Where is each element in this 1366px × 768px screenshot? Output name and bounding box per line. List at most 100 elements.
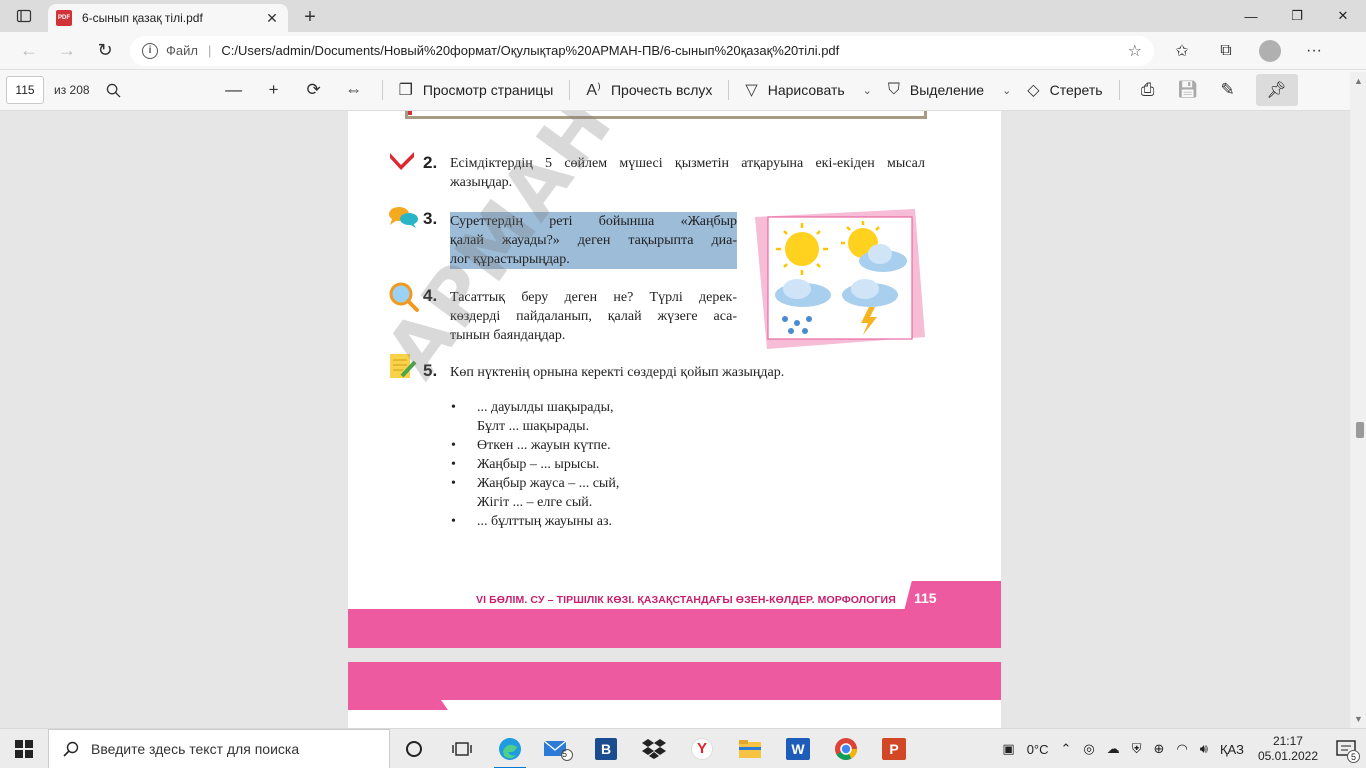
eraser-icon: ◇ — [1027, 82, 1040, 99]
address-bar: ← → ↻ i Файл | C:/Users/admin/Documents/… — [0, 32, 1366, 70]
zoom-in-icon[interactable]: + — [254, 75, 294, 105]
bullet-list: • ... дауылды шақырады, Бұлт ... шақырады… — [451, 398, 619, 531]
toolbar-divider — [569, 80, 571, 100]
list-item: • Өткен ... жауын күтпе. — [451, 436, 619, 455]
chevron-down-icon[interactable]: ⌄ — [863, 84, 872, 97]
wifi-icon[interactable]: ◠ — [1170, 741, 1193, 757]
save-icon[interactable]: 💾︎ — [1168, 75, 1208, 105]
page-number-input[interactable]: 115 — [6, 76, 44, 104]
bullet-marker: • — [451, 457, 456, 472]
tab-title: 6-сынып қазақ тілі.pdf — [82, 11, 203, 25]
task-number: 2. — [423, 153, 438, 172]
print-icon[interactable]: ⎙ — [1128, 75, 1168, 105]
task-view-icon[interactable] — [438, 729, 486, 768]
refresh-button[interactable]: ↻ — [86, 36, 124, 66]
pdf-page-next — [348, 662, 1001, 728]
tab-actions-button[interactable] — [0, 0, 48, 32]
weather-widget-icon[interactable]: ▣ — [996, 741, 1020, 757]
windows-logo-icon — [15, 739, 33, 758]
more-menu-icon[interactable]: ··· — [1292, 36, 1336, 66]
back-button[interactable]: ← — [10, 36, 48, 66]
taskbar-search[interactable]: Введите здесь текст для поиска — [48, 728, 390, 768]
bullet-marker: • — [451, 514, 456, 529]
weather-illustration — [755, 209, 925, 349]
pin-toolbar-icon[interactable]: 📌︎ — [1255, 74, 1298, 106]
notifications-button[interactable]: 5 — [1326, 729, 1366, 768]
dropbox-app-icon[interactable] — [630, 729, 678, 768]
close-window-button[interactable]: ✕ — [1320, 0, 1366, 32]
highlight-button[interactable]: ⛉ Выделение ⌄ — [880, 75, 1019, 105]
search-icon[interactable] — [94, 75, 134, 105]
scrollbar-thumb[interactable] — [1356, 422, 1364, 438]
url-separator: | — [207, 43, 212, 58]
new-tab-button[interactable]: + — [294, 3, 326, 31]
pdf-viewer[interactable]: 2. Есімдіктердің 5 сөйлем мүшесі қызметі… — [0, 111, 1366, 728]
highlight-label: Выделение — [909, 82, 985, 98]
chevron-up-icon[interactable]: ⌃ — [1055, 741, 1078, 757]
add-favorite-icon[interactable]: ☆ — [1128, 41, 1142, 61]
read-aloud-label: Прочесть вслух — [610, 82, 713, 98]
list-item-text: Өткен ... жауын күтпе. — [477, 438, 611, 453]
draw-label: Нарисовать — [767, 82, 845, 98]
temperature[interactable]: 0°C — [1021, 742, 1055, 757]
list-item: • ... бұлттың жауыны аз. — [451, 512, 619, 531]
profile-avatar[interactable] — [1259, 39, 1281, 62]
fit-width-icon[interactable]: ⇔ — [334, 75, 374, 105]
word-app-icon[interactable]: W — [774, 729, 822, 768]
yandex-browser-icon[interactable]: Y — [678, 729, 726, 768]
task-text: Көп нүктенің орнына керекті сөздерді қой… — [450, 365, 785, 380]
erase-button[interactable]: ◇ Стереть — [1019, 75, 1110, 105]
search-icon — [63, 741, 79, 757]
toolbar-divider — [1118, 80, 1120, 100]
restore-button[interactable]: ❐ — [1274, 0, 1320, 32]
draw-button[interactable]: ▽ Нарисовать ⌄ — [737, 75, 879, 105]
search-placeholder: Введите здесь текст для поиска — [91, 740, 300, 757]
tab-close-icon[interactable]: ✕ — [264, 10, 280, 26]
page-view-button[interactable]: ❐ Просмотр страницы — [391, 75, 562, 105]
favorites-icon[interactable]: ✩ — [1160, 36, 1204, 66]
powerpoint-app-icon[interactable]: P — [870, 729, 918, 768]
edge-app-icon[interactable] — [486, 729, 534, 768]
page-footer-band — [348, 609, 1001, 648]
chrome-app-icon[interactable] — [822, 729, 870, 768]
cortana-icon[interactable] — [390, 729, 438, 768]
vertical-scrollbar[interactable]: ▲ ▼ — [1350, 72, 1366, 728]
minimize-button[interactable]: — — [1228, 0, 1274, 32]
list-item-text: Жаңбыр – ... ырысы. — [477, 457, 600, 472]
forward-button[interactable]: → — [48, 36, 86, 66]
language-indicator[interactable]: ҚАЗ — [1214, 742, 1250, 757]
page-view-label: Просмотр страницы — [422, 82, 554, 98]
chevron-down-icon[interactable]: ⌄ — [1002, 84, 1011, 97]
url-field[interactable]: i Файл | C:/Users/admin/Documents/Новый%… — [130, 35, 1154, 66]
scroll-down-icon[interactable]: ▼ — [1354, 714, 1363, 724]
chat-bubbles-icon — [388, 204, 418, 230]
collections-icon[interactable]: ⧉ — [1204, 36, 1248, 66]
volume-icon[interactable]: 🔊︎ — [1194, 741, 1214, 757]
pdf-page: 2. Есімдіктердің 5 сөйлем мүшесі қызметі… — [348, 111, 1001, 648]
list-item: • Жаңбыр жауса – ... сый, — [451, 474, 619, 493]
mail-app-icon[interactable]: 5 — [534, 729, 582, 768]
scroll-up-icon[interactable]: ▲ — [1354, 76, 1363, 86]
save-as-icon[interactable]: ✎ — [1208, 75, 1248, 105]
defender-icon[interactable]: ⛨ — [1126, 741, 1148, 757]
network-icon[interactable]: ⊕ — [1148, 741, 1171, 757]
bitrix-app-icon[interactable]: B — [582, 729, 630, 768]
list-item-text: Бұлт ... шақырады. — [477, 419, 590, 434]
page-count: из 208 — [54, 83, 90, 97]
zoom-out-icon[interactable]: — — [214, 75, 254, 105]
file-explorer-icon[interactable] — [726, 729, 774, 768]
clock[interactable]: 21:17 05.01.2022 — [1250, 734, 1326, 764]
rotate-icon[interactable]: ⟳ — [294, 75, 334, 105]
site-info-icon[interactable]: i — [142, 42, 158, 59]
read-aloud-button[interactable]: A⁾ Прочесть вслух — [578, 75, 720, 105]
start-button[interactable] — [0, 729, 48, 768]
top-frame — [405, 111, 927, 119]
task-text-line: тынын баяндаңдар. — [450, 328, 566, 343]
mail-badge: 5 — [562, 748, 568, 759]
meet-now-icon[interactable]: ◎ — [1077, 741, 1100, 757]
toolbar-divider — [728, 80, 730, 100]
check-icon — [388, 149, 416, 175]
onedrive-icon[interactable]: ☁ — [1101, 741, 1126, 757]
browser-tab[interactable]: PDF 6-сынып қазақ тілі.pdf ✕ — [48, 4, 288, 32]
erase-label: Стереть — [1049, 82, 1103, 98]
